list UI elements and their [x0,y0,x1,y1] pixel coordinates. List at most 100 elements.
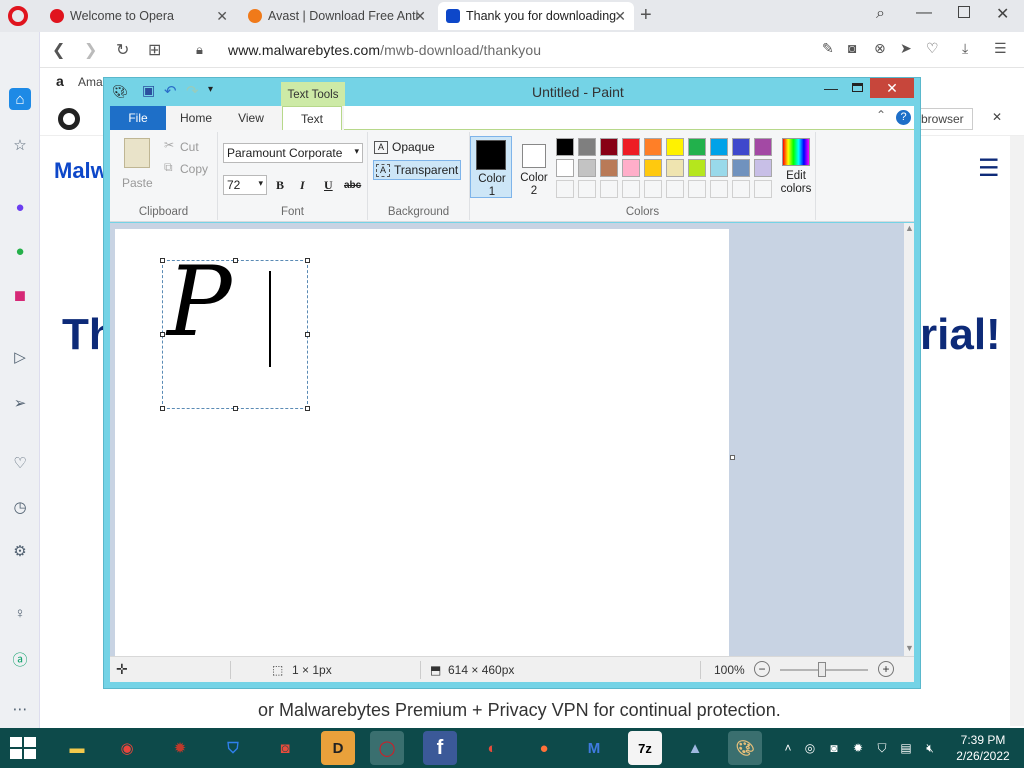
palette-swatch[interactable] [622,138,640,156]
resize-handle[interactable] [233,258,238,263]
palette-swatch[interactable] [666,159,684,177]
transparent-button[interactable]: A Transparent [373,160,461,180]
minimize-ribbon-icon[interactable]: ⌃ [876,108,886,122]
bulb-icon[interactable]: ♀ [9,602,31,624]
cut-icon[interactable]: ✂ [164,138,174,152]
camera-icon[interactable]: ◙ [848,40,856,56]
url-field[interactable]: www.malwarebytes.com/mwb-download/thanky… [228,42,541,58]
settings-icon[interactable]: ⚙ [9,540,31,562]
palette-swatch[interactable] [754,180,772,198]
palette-swatch[interactable] [622,159,640,177]
tray-expand-icon[interactable]: ˄ [780,740,796,756]
underline-button[interactable]: U [324,178,333,193]
close-icon[interactable]: ✕ [216,8,228,25]
canvas-resize-handle[interactable] [730,455,735,460]
palette-swatch[interactable] [732,159,750,177]
palette-swatch[interactable] [644,159,662,177]
palette-swatch[interactable] [600,138,618,156]
vertical-scrollbar[interactable]: ▲ ▼ [904,223,914,656]
back-icon[interactable]: ❮ [52,40,65,60]
tab-text[interactable]: Text [282,106,342,130]
palette-swatch[interactable] [556,138,574,156]
scroll-down-icon[interactable]: ▼ [905,643,914,653]
tray-recorder-icon[interactable]: ◙ [826,740,842,756]
bold-button[interactable]: B [276,178,284,193]
font-size-select[interactable]: 72 ▾ [223,175,267,195]
opera-icon[interactable]: ◯ [370,731,404,765]
resize-handle[interactable] [305,258,310,263]
player-icon[interactable]: ▷ [9,346,31,368]
resize-handle[interactable] [305,332,310,337]
paint-icon[interactable]: 🎨︎ [728,731,762,765]
font-family-select[interactable]: Paramount Corporate ▾ [223,143,363,163]
palette-swatch[interactable] [754,159,772,177]
palette-swatch[interactable] [600,159,618,177]
tiles-icon[interactable]: ⊞ [148,40,161,60]
help-icon[interactable]: ? [896,110,911,125]
palette-swatch[interactable] [578,138,596,156]
7zip-icon[interactable]: 7z [628,731,662,765]
maximize-button[interactable] [852,83,863,92]
page-scrollbar[interactable] [1010,136,1024,726]
palette-swatch[interactable] [666,138,684,156]
color1-button[interactable]: Color 1 [470,136,512,198]
palette-swatch[interactable] [754,138,772,156]
tab-malwarebytes[interactable]: Thank you for downloading ✕ [438,2,634,30]
resize-handle[interactable] [160,258,165,263]
edit-icon[interactable]: ✎ [822,40,834,57]
heart-icon[interactable]: ♡ [926,40,939,57]
tab-welcome-opera[interactable]: Welcome to Opera ✕ [42,2,236,30]
edit-colors-button[interactable]: Edit colors [776,138,816,198]
chrome-icon[interactable]: ◉ [110,731,144,765]
bookmark-label[interactable]: Ama [78,75,103,89]
resize-handle[interactable] [160,332,165,337]
vpn-icon[interactable]: ▲ [678,731,712,765]
palette-swatch[interactable] [644,138,662,156]
forward-icon[interactable]: ❯ [84,40,97,60]
close-window-button[interactable]: ✕ [996,4,1009,24]
reload-icon[interactable]: ↻ [116,40,129,60]
close-icon[interactable]: ✕ [992,110,1002,124]
palette-swatch[interactable] [644,180,662,198]
copy-button[interactable]: Copy [180,162,208,176]
palette-swatch[interactable] [732,180,750,198]
maximize-button[interactable] [958,6,970,18]
taskbar-clock[interactable]: 7:39 PM 2/26/2022 [950,732,1016,764]
palette-swatch[interactable] [600,180,618,198]
windows-start-icon[interactable] [10,737,36,759]
resize-handle[interactable] [305,406,310,411]
copy-icon[interactable]: ⧉ [164,160,173,175]
heart-icon[interactable]: ♡ [9,452,31,474]
quick-access-dropdown-icon[interactable]: ▾ [208,84,213,95]
palette-swatch[interactable] [710,180,728,198]
shield-icon[interactable]: ⛉ [216,731,250,765]
paste-button[interactable]: Paste [122,176,153,190]
palette-swatch[interactable] [732,138,750,156]
history-icon[interactable]: ◷ [9,496,31,518]
tray-game-icon[interactable]: ✹ [850,740,866,756]
file-explorer-icon[interactable]: ▬ [60,731,94,765]
text-box[interactable]: P [160,247,310,411]
cut-button[interactable]: Cut [180,140,199,154]
avast-game-icon[interactable]: ✹ [163,731,197,765]
zoom-slider-thumb[interactable] [818,662,826,677]
hamburger-menu-icon[interactable]: ☰ [978,154,1000,183]
tray-app-icon[interactable]: ◎ [802,740,818,756]
drawing-canvas[interactable]: P [115,229,729,656]
firefox-icon[interactable]: ● [527,731,561,765]
screen-recorder-icon[interactable]: ◙ [268,731,302,765]
scroll-up-icon[interactable]: ▲ [905,223,914,233]
banner-button[interactable]: browser [912,108,973,130]
palette-swatch[interactable] [578,180,596,198]
close-icon[interactable]: ✕ [614,8,626,25]
tab-view[interactable]: View [224,106,278,130]
menu-icon[interactable]: ☰ [994,40,1007,57]
send-icon[interactable]: ➢ [9,392,31,414]
resize-handle[interactable] [233,406,238,411]
tab-file[interactable]: File [110,106,166,130]
zoom-in-button[interactable]: + [878,661,894,677]
palette-swatch[interactable] [666,180,684,198]
messenger-icon[interactable]: ● [9,196,31,218]
star-icon[interactable]: ☆ [9,134,31,156]
more-icon[interactable]: ⋯ [9,698,31,720]
